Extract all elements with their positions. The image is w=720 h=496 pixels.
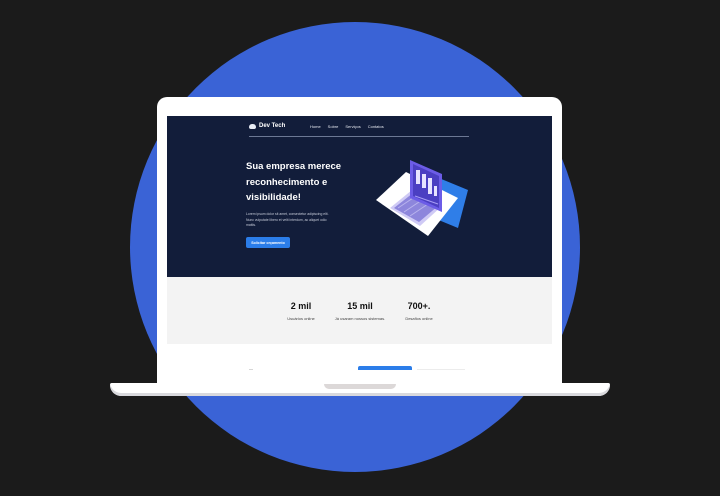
stat-label: Desafios online <box>405 316 433 321</box>
laptop-base <box>110 383 610 396</box>
stat-value: 2 mil <box>290 301 312 311</box>
nav-link-home[interactable]: Home <box>310 124 321 129</box>
hero-title-line: reconhecimento e <box>246 176 328 188</box>
hero-title-line: Sua empresa merece <box>246 161 342 172</box>
stat-label: Usuários online <box>287 316 315 321</box>
nav-logo[interactable]: Dev Tech <box>249 123 285 129</box>
laptop-chart-illustration <box>376 160 468 236</box>
stat-value: 700+. <box>407 301 431 311</box>
stat-label: Já usaram nossos sistemas. <box>334 316 386 321</box>
peek-divider <box>417 369 465 370</box>
request-quote-button[interactable]: Solicitar orçamento <box>246 237 290 248</box>
logo-text: Dev Tech <box>259 123 286 129</box>
nav-link-sobre[interactable]: Sobre <box>328 124 339 129</box>
next-section-peek <box>167 344 552 384</box>
stat-item: 15 mil Já usaram nossos sistemas. <box>332 301 388 321</box>
peek-divider <box>249 369 253 370</box>
nav-divider <box>249 136 469 137</box>
hero-description: Lorem ipsum dolor sit amet, consectetur … <box>246 212 329 227</box>
stat-item: 700+. Desafios online <box>397 301 441 321</box>
hero-section: Dev Tech Home Sobre Serviços Contatos Su… <box>167 116 552 277</box>
cloud-logo-icon <box>249 123 256 129</box>
laptop-screen: Dev Tech Home Sobre Serviços Contatos Su… <box>167 116 552 384</box>
hero-title: Sua empresa merece reconhecimento e visi… <box>246 159 346 206</box>
hero-title-line: visibilidade! <box>246 192 301 203</box>
nav-link-servicos[interactable]: Serviços <box>345 124 360 129</box>
laptop-notch <box>324 384 396 389</box>
peek-active-tab <box>358 366 412 370</box>
nav-link-contatos[interactable]: Contatos <box>368 124 384 129</box>
stats-section: 2 mil Usuários online 15 mil Já usaram n… <box>167 277 552 344</box>
nav-links: Home Sobre Serviços Contatos <box>310 124 384 129</box>
stat-value: 15 mil <box>347 301 373 311</box>
stat-item: 2 mil Usuários online <box>279 301 323 321</box>
